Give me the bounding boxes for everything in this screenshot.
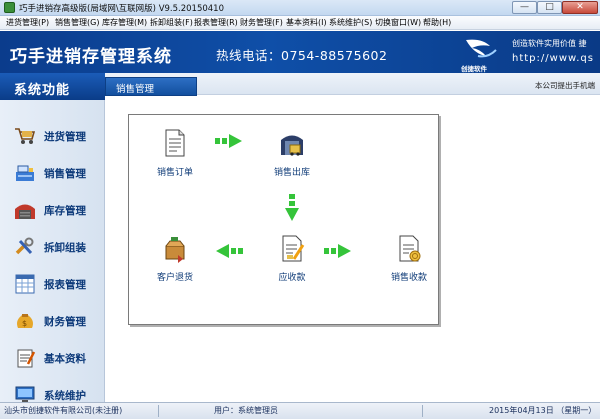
website: http://www.qs [512,53,594,64]
system-name: 巧手进销存管理系统 [10,47,172,67]
tab-label: 销售管理 [116,84,155,95]
node-receivable[interactable]: 应收款 [262,233,322,283]
sidebar-item-inventory[interactable]: 库存管理 [0,191,104,228]
menu-purchase[interactable]: 进货管理(P) [6,17,49,29]
sidebar-item-assembly[interactable]: 拆卸组装 [0,228,104,265]
menu-assembly[interactable]: 拆卸组装(F) [150,17,193,29]
menu-inventory[interactable]: 库存管理(M) [102,17,147,29]
node-sales-outbound[interactable]: 销售出库 [262,128,322,178]
menu-reports[interactable]: 报表管理(R) [194,17,238,29]
brand-name: 创捷软件 [461,65,487,73]
status-user: 用户：系统管理员 [214,406,278,415]
invoice-pen-icon [282,235,305,262]
sidebar-item-label: 财务管理 [44,316,86,328]
main-area: 销售订单 销售出库 客户退货 应收款 销售收款 [106,96,600,402]
node-label: 销售订单 [156,168,193,178]
receipt-coins-icon [399,235,421,262]
status-date: 2015年04月13日 （星期一） [489,406,597,415]
arrow-down-icon [285,194,299,221]
sidebar-item-system[interactable]: 系统维护 [0,376,104,402]
node-sales-order[interactable]: 销售订单 [145,128,205,178]
node-label: 应收款 [278,273,306,283]
menu-sales[interactable]: 销售管理(G) [55,17,99,29]
arrow-right-icon [215,134,242,148]
sales-flow-panel: 销售订单 销售出库 客户退货 应收款 销售收款 [128,114,439,325]
money-bag-icon: $ [17,314,33,328]
slogan: 创造软件实用价值 捷 [512,39,587,48]
warehouse-icon [15,204,35,219]
svg-text:$: $ [22,319,27,328]
status-separator [158,405,159,417]
app-icon [4,2,15,13]
sidebar: 进货管理 销售管理 库存管理 拆卸组装 报表管理 $ 财务管理 基本资料 系统维… [0,100,105,402]
minimize-button[interactable]: — [512,1,537,14]
return-box-icon [165,237,185,263]
tab-sales-management[interactable]: 销售管理 [105,77,197,96]
sidebar-item-label: 库存管理 [44,205,86,217]
window-title: 巧手进销存高级版(局域网\互联网版) V9.5.20150410 [19,4,224,14]
notice-text: 本公司提出手机端 [535,81,595,90]
sidebar-item-sales[interactable]: 销售管理 [0,154,104,191]
node-customer-return[interactable]: 客户退货 [145,233,205,283]
menu-basic-data[interactable]: 基本资料(I) [286,17,327,29]
brand-logo-icon [466,39,497,58]
spreadsheet-icon [15,274,35,294]
status-bar: 汕头市创捷软件有限公司(未注册) 用户：系统管理员 2015年04月13日 （星… [0,402,600,419]
hotline: 热线电话：0754-88575602 [216,48,388,63]
document-icon [165,129,185,157]
sidebar-item-label: 基本资料 [44,353,86,365]
notepad-icon [17,349,36,368]
menu-system[interactable]: 系统维护(S) [329,17,372,29]
node-label: 销售收款 [390,273,427,283]
tools-icon [15,237,34,255]
sidebar-item-label: 销售管理 [44,168,86,180]
sidebar-header-label: 系统功能 [14,83,71,98]
arrow-left-icon [216,244,243,258]
cart-icon [15,128,36,144]
menu-help[interactable]: 帮助(H) [423,17,451,29]
warehouse-truck-icon [281,135,303,156]
sidebar-item-reports[interactable]: 报表管理 [0,265,104,302]
title-bar: 巧手进销存高级版(局域网\互联网版) V9.5.20150410 — □ ✕ [0,0,600,16]
menu-bar: 进货管理(P) 销售管理(G) 库存管理(M) 拆卸组装(F) 报表管理(R) … [0,16,600,30]
node-sales-receipt[interactable]: 销售收款 [379,233,439,283]
sidebar-item-label: 拆卸组装 [44,242,86,254]
monitor-icon [15,386,35,402]
cashier-icon [16,165,34,181]
header-banner: 巧手进销存管理系统 热线电话：0754-88575602 创捷软件 创造软件实用… [0,31,600,73]
menu-finance[interactable]: 财务管理(F) [240,17,283,29]
maximize-button[interactable]: □ [537,1,562,14]
sidebar-item-purchase[interactable]: 进货管理 [0,117,104,154]
menu-window[interactable]: 切换窗口(W) [375,17,421,29]
sidebar-item-label: 进货管理 [44,131,86,143]
close-button[interactable]: ✕ [562,1,598,14]
sidebar-item-label: 报表管理 [44,279,86,291]
sidebar-item-finance[interactable]: $ 财务管理 [0,302,104,339]
node-label: 客户退货 [156,273,193,283]
arrow-right-icon [324,244,351,258]
sidebar-item-label: 系统维护 [44,390,86,402]
sidebar-item-basic-data[interactable]: 基本资料 [0,339,104,376]
node-label: 销售出库 [273,168,310,178]
status-company: 汕头市创捷软件有限公司(未注册) [4,406,123,415]
sidebar-header: 系统功能 [0,73,105,100]
status-separator [422,405,423,417]
